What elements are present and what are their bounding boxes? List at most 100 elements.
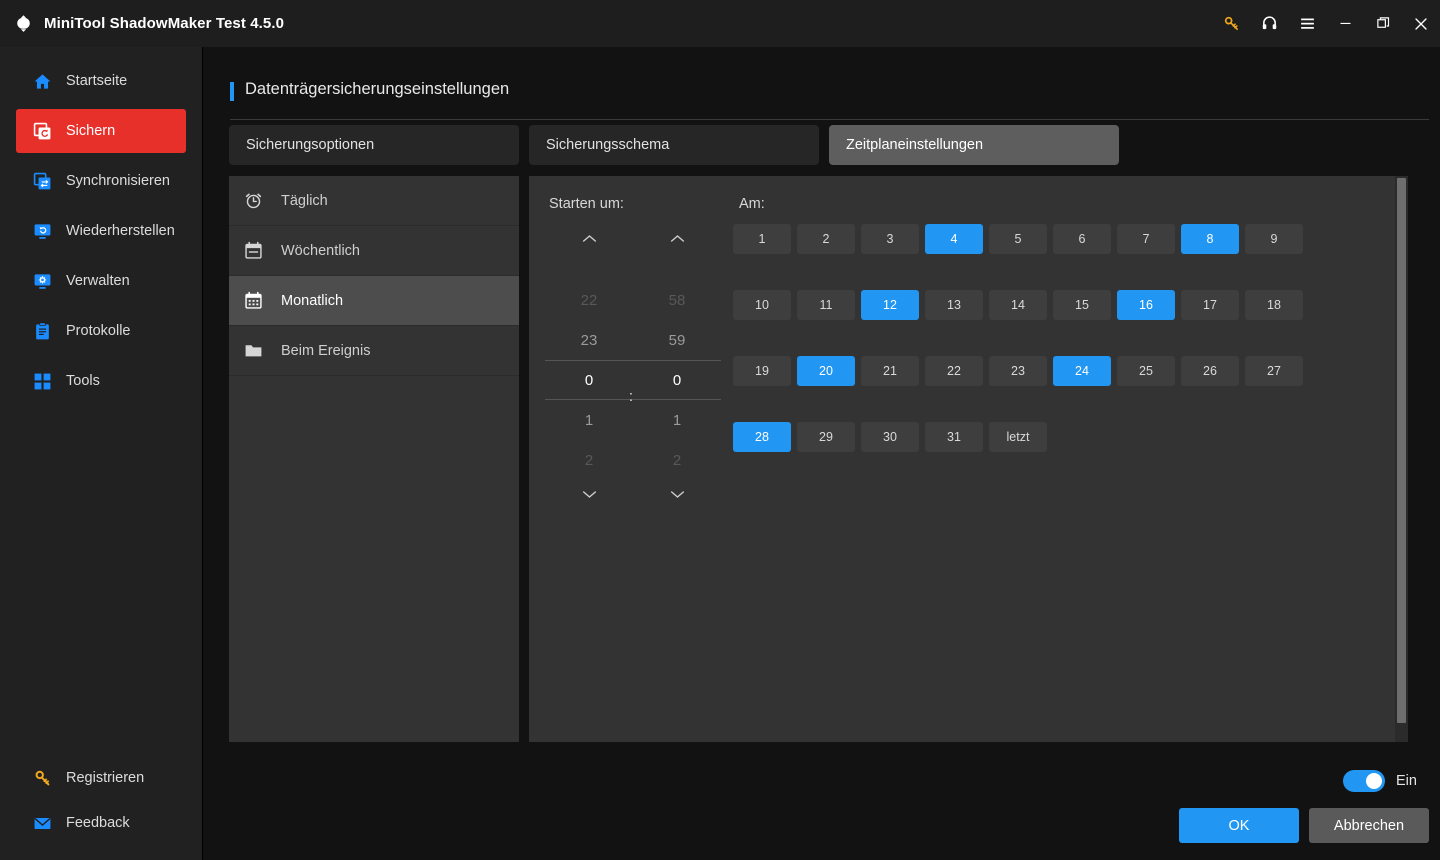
calendar-grid-icon [243,291,263,311]
day-button-4[interactable]: 4 [925,224,983,254]
frequency-panel: Täglich Wöchentlich Monatlich Beim Ereig… [229,176,519,742]
chevron-down-icon[interactable] [633,480,721,508]
minute-option[interactable]: 58 [633,280,721,320]
day-button-31[interactable]: 31 [925,422,983,452]
day-button-10[interactable]: 10 [733,290,791,320]
day-button-19[interactable]: 19 [733,356,791,386]
time-separator: : [628,388,634,405]
day-button-3[interactable]: 3 [861,224,919,254]
day-button-17[interactable]: 17 [1181,290,1239,320]
toggle-knob [1366,773,1382,789]
day-button-25[interactable]: 25 [1117,356,1175,386]
minute-option-selected[interactable]: 0 [633,360,721,400]
sidebar-item-verwalten[interactable]: Verwalten [16,259,186,303]
chevron-up-icon[interactable] [633,224,721,252]
scrollbar-thumb[interactable] [1397,178,1406,723]
day-button-24[interactable]: 24 [1053,356,1111,386]
title-bar-left: MiniTool ShadowMaker Test 4.5.0 [0,13,284,34]
cancel-button[interactable]: Abbrechen [1309,808,1429,843]
schedule-toggle-row: Ein [1343,770,1417,792]
day-button-27[interactable]: 27 [1245,356,1303,386]
day-button-22[interactable]: 22 [925,356,983,386]
chevron-down-icon[interactable] [545,480,633,508]
sidebar-item-wiederherstellen[interactable]: Wiederherstellen [16,209,186,253]
key-icon [32,768,52,788]
day-row: 28 29 30 31 letzt [733,422,1353,452]
day-button-18[interactable]: 18 [1245,290,1303,320]
sidebar-item-registrieren[interactable]: Registrieren [16,756,187,800]
hour-option[interactable]: 2 [545,440,633,480]
tab-zeitplaneinstellungen[interactable]: Zeitplaneinstellungen [829,125,1119,165]
minute-option[interactable]: 2 [633,440,721,480]
day-row: 10 11 12 13 14 15 16 17 18 [733,290,1353,320]
day-button-28[interactable]: 28 [733,422,791,452]
mail-icon [32,813,52,833]
sidebar-item-sichern[interactable]: Sichern [16,109,186,153]
title-bar-controls [1212,0,1440,47]
menu-icon[interactable] [1288,0,1326,47]
day-button-letzt[interactable]: letzt [989,422,1047,452]
home-icon [32,71,52,91]
key-icon[interactable] [1212,0,1250,47]
days-label: Am: [739,196,765,212]
day-button-20[interactable]: 20 [797,356,855,386]
sidebar-item-feedback[interactable]: Feedback [16,801,187,845]
day-button-26[interactable]: 26 [1181,356,1239,386]
frequency-item-label: Täglich [281,192,328,209]
restore-icon [32,221,52,241]
sidebar-item-label: Wiederherstellen [66,223,175,239]
minute-option[interactable]: 59 [633,320,721,360]
day-button-2[interactable]: 2 [797,224,855,254]
schedule-toggle[interactable] [1343,770,1385,792]
scrollbar-track[interactable] [1395,176,1408,742]
close-icon[interactable] [1402,0,1440,47]
sidebar-item-tools[interactable]: Tools [16,359,186,403]
day-button-13[interactable]: 13 [925,290,983,320]
tab-bar: Sicherungsoptionen Sicherungsschema Zeit… [229,125,1119,165]
sidebar-item-label: Sichern [66,123,116,139]
day-button-9[interactable]: 9 [1245,224,1303,254]
day-button-8[interactable]: 8 [1181,224,1239,254]
day-button-16[interactable]: 16 [1117,290,1175,320]
day-button-23[interactable]: 23 [989,356,1047,386]
tab-sicherungsoptionen[interactable]: Sicherungsoptionen [229,125,519,165]
ok-button[interactable]: OK [1179,808,1299,843]
day-button-1[interactable]: 1 [733,224,791,254]
day-button-15[interactable]: 15 [1053,290,1111,320]
sidebar-item-protokolle[interactable]: Protokolle [16,309,186,353]
tab-sicherungsschema[interactable]: Sicherungsschema [529,125,819,165]
tools-icon [32,371,52,391]
day-button-11[interactable]: 11 [797,290,855,320]
sidebar-item-label: Synchronisieren [66,173,170,189]
title-bar: MiniTool ShadowMaker Test 4.5.0 [0,0,1440,47]
frequency-item-woechentlich[interactable]: Wöchentlich [229,226,519,276]
page-title: Datenträgersicherungseinstellungen [245,80,510,98]
sidebar-item-startseite[interactable]: Startseite [16,59,186,103]
sidebar-item-synchronisieren[interactable]: Synchronisieren [16,159,186,203]
day-button-12[interactable]: 12 [861,290,919,320]
frequency-item-label: Beim Ereignis [281,342,371,359]
day-button-6[interactable]: 6 [1053,224,1111,254]
schedule-detail-panel: Starten um: Am: 22 23 0 1 2 58 59 0 1 2 … [529,176,1408,742]
day-grid: 4 1 2 3 5 6 7 8 9 10 11 12 13 14 15 16 1… [733,224,1353,488]
headset-icon[interactable] [1250,0,1288,47]
day-button-14[interactable]: 14 [989,290,1047,320]
minimize-icon[interactable] [1326,0,1364,47]
minute-option[interactable]: 1 [633,400,721,440]
hour-option[interactable]: 1 [545,400,633,440]
frequency-item-taeglich[interactable]: Täglich [229,176,519,226]
hour-option-selected[interactable]: 0 [545,360,633,400]
frequency-item-beim-ereignis[interactable]: Beim Ereignis [229,326,519,376]
chevron-up-icon[interactable] [545,224,633,252]
hour-option[interactable]: 22 [545,280,633,320]
day-button-7[interactable]: 7 [1117,224,1175,254]
frequency-item-monatlich[interactable]: Monatlich [229,276,519,326]
day-button-5[interactable]: 5 [989,224,1047,254]
dialog-buttons: OK Abbrechen [1179,808,1429,843]
day-button-30[interactable]: 30 [861,422,919,452]
sidebar-item-label: Tools [66,373,100,389]
day-button-29[interactable]: 29 [797,422,855,452]
day-button-21[interactable]: 21 [861,356,919,386]
maximize-icon[interactable] [1364,0,1402,47]
hour-option[interactable]: 23 [545,320,633,360]
